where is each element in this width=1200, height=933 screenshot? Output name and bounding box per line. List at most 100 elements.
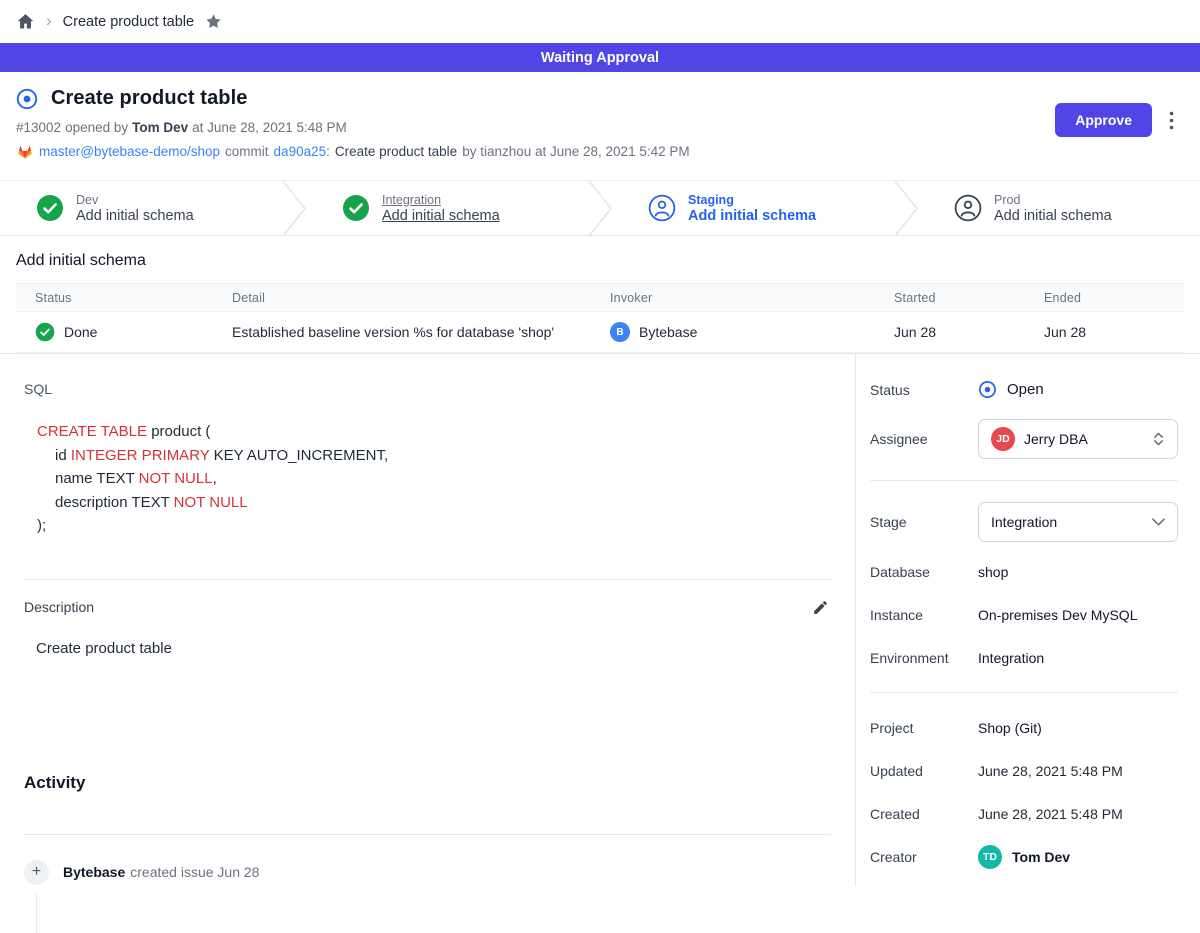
project-label: Project (870, 720, 978, 736)
activity-item: + Bytebase created issue Jun 28 (24, 860, 831, 885)
stage-task-link[interactable]: Add initial schema (382, 208, 500, 224)
invoker-avatar: B (610, 322, 630, 342)
description-text: Create product table (36, 640, 831, 657)
updated-value: June 28, 2021 5:48 PM (978, 763, 1178, 779)
pipeline-stage-integration[interactable]: IntegrationAdd initial schema (306, 181, 588, 235)
breadcrumb-current: Create product table (63, 14, 194, 30)
divider (24, 834, 831, 835)
stage-value: Integration (991, 514, 1057, 530)
database-value[interactable]: shop (978, 564, 1178, 580)
stage-separator-icon (894, 181, 918, 235)
stage-env-label: Dev (76, 193, 194, 207)
assignee-select[interactable]: JD Jerry DBA (978, 419, 1178, 459)
activity-author: Bytebase (63, 864, 125, 880)
created-label: Created (870, 806, 978, 822)
task-table-header: StatusDetailInvokerStartedEnded (16, 283, 1184, 312)
issue-opened-time: at June 28, 2021 5:48 PM (192, 120, 347, 135)
instance-value[interactable]: On-premises Dev MySQL (978, 607, 1178, 623)
done-check-icon (35, 322, 55, 342)
main-panel: SQL CREATE TABLE product (id INTEGER PRI… (0, 354, 856, 886)
activity-title: Activity (24, 773, 831, 793)
task-started: Jun 28 (894, 324, 1044, 340)
stage-env-label: Prod (994, 193, 1112, 207)
database-label: Database (870, 564, 978, 580)
creator-value: Tom Dev (1012, 849, 1070, 865)
divider (870, 480, 1178, 481)
check-circle-icon (342, 194, 370, 222)
selector-updown-icon (1152, 431, 1165, 447)
divider (24, 579, 831, 580)
check-circle-icon (36, 194, 64, 222)
commit-message: Create product table (335, 144, 457, 159)
sql-section-label: SQL (24, 381, 831, 397)
assignee-circle-icon (954, 194, 982, 222)
pipeline-stage-dev[interactable]: DevAdd initial schema (0, 181, 282, 235)
table-header-detail: Detail (232, 291, 610, 305)
assignee-circle-icon (648, 194, 676, 222)
stage-task-link[interactable]: Add initial schema (994, 208, 1112, 224)
kebab-menu-icon[interactable] (1167, 109, 1176, 132)
instance-label: Instance (870, 607, 978, 623)
table-header-invoker: Invoker (610, 291, 894, 305)
task-table-row[interactable]: Done Established baseline version %s for… (16, 312, 1184, 353)
issue-header: Create product table #13002 opened by To… (0, 72, 1200, 180)
updated-label: Updated (870, 763, 978, 779)
stage-separator-icon (588, 181, 612, 235)
assignee-avatar: JD (991, 427, 1015, 451)
commit-suffix: by tianzhou at June 28, 2021 5:42 PM (462, 144, 689, 159)
issue-open-icon (16, 88, 38, 110)
task-table: StatusDetailInvokerStartedEnded Done Est… (16, 283, 1184, 353)
status-open-icon (978, 380, 997, 399)
stage-select[interactable]: Integration (978, 502, 1178, 542)
task-status: Done (64, 324, 97, 340)
home-icon[interactable] (16, 12, 35, 31)
stage-task-link[interactable]: Add initial schema (76, 208, 194, 224)
task-section-title: Add initial schema (16, 252, 1184, 270)
task-section: Add initial schema StatusDetailInvokerSt… (0, 236, 1200, 353)
environment-label: Environment (870, 650, 978, 666)
pipeline-stage-prod[interactable]: ProdAdd initial schema (918, 181, 1200, 235)
stage-separator-icon (282, 181, 306, 235)
creator-label: Creator (870, 849, 978, 865)
description-label: Description (24, 599, 94, 615)
approve-button[interactable]: Approve (1055, 103, 1152, 137)
page-title: Create product table (51, 87, 247, 110)
commit-word: commit (225, 144, 269, 159)
created-value: June 28, 2021 5:48 PM (978, 806, 1178, 822)
table-header-status: Status (16, 291, 232, 305)
sql-line: name TEXT NOT NULL, (37, 467, 831, 491)
task-detail: Established baseline version %s for data… (232, 324, 610, 340)
stage-pipeline: DevAdd initial schemaIntegrationAdd init… (0, 180, 1200, 236)
issue-id: #13002 (16, 120, 61, 135)
branch-repo-link[interactable]: master@bytebase-demo/shop (39, 144, 220, 159)
approval-banner: Waiting Approval (0, 43, 1200, 72)
status-value: Open (1007, 381, 1044, 398)
sql-line: ); (37, 514, 831, 538)
task-invoker: Bytebase (639, 324, 697, 340)
assignee-value: Jerry DBA (1024, 431, 1088, 447)
issue-author: Tom Dev (132, 120, 188, 135)
activity-action: created issue Jun 28 (130, 864, 259, 880)
gitlab-icon (16, 142, 34, 160)
creator-avatar: TD (978, 845, 1002, 869)
sql-line: CREATE TABLE product ( (37, 420, 831, 444)
sql-line: description TEXT NOT NULL (37, 491, 831, 515)
environment-value[interactable]: Integration (978, 650, 1178, 666)
stage-env-label: Integration (382, 193, 500, 207)
edit-pencil-icon[interactable] (810, 597, 831, 618)
status-label: Status (870, 382, 978, 398)
pipeline-stage-staging[interactable]: StagingAdd initial schema (612, 181, 894, 235)
project-value[interactable]: Shop (Git) (978, 720, 1178, 736)
issue-meta: #13002 opened by Tom Dev at June 28, 202… (16, 120, 690, 135)
chevron-down-icon (1152, 518, 1165, 526)
sql-line: id INTEGER PRIMARY KEY AUTO_INCREMENT, (37, 444, 831, 468)
task-ended: Jun 28 (1044, 324, 1184, 340)
star-icon[interactable] (205, 13, 222, 30)
commit-row: master@bytebase-demo/shop commit da90a25… (16, 142, 690, 160)
sql-code-block: CREATE TABLE product (id INTEGER PRIMARY… (37, 420, 831, 538)
breadcrumb: › Create product table (0, 0, 1200, 43)
assignee-label: Assignee (870, 431, 978, 447)
commit-hash-link[interactable]: da90a25: (274, 144, 330, 159)
meta-opened-by: opened by (65, 120, 128, 135)
stage-task-link[interactable]: Add initial schema (688, 208, 816, 224)
